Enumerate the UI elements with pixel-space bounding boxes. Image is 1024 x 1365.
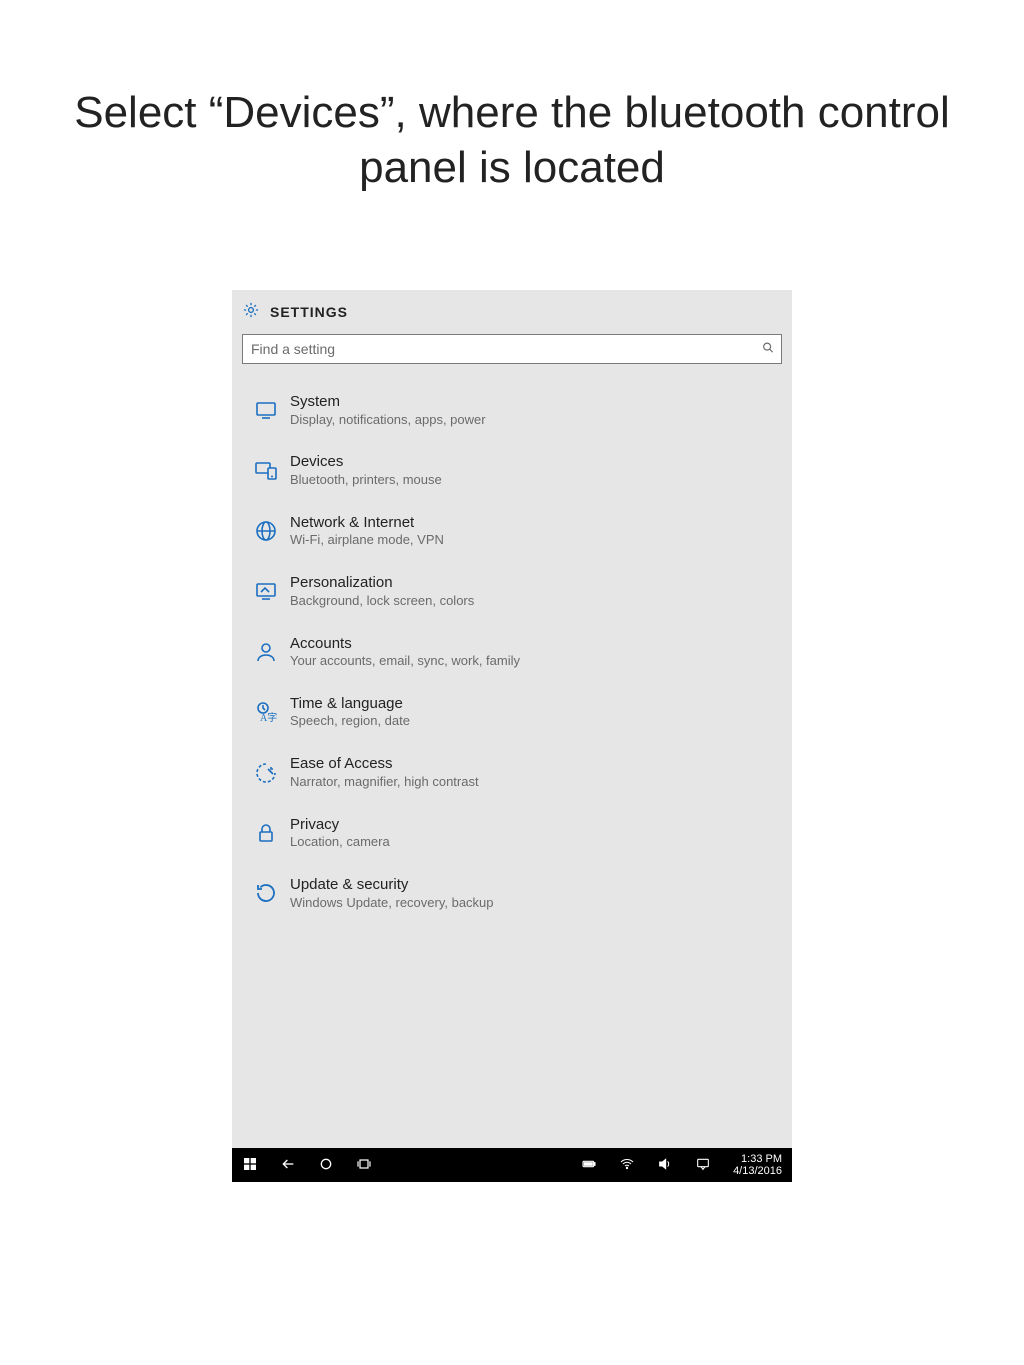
settings-window: SETTINGS — [232, 290, 792, 1182]
taskbar-clock[interactable]: 1:33 PM 4/13/2016 — [733, 1153, 782, 1177]
taskbar-right: 1:33 PM 4/13/2016 — [581, 1153, 782, 1177]
taskbar-date: 4/13/2016 — [733, 1165, 782, 1177]
search-box[interactable] — [242, 334, 782, 364]
battery-icon[interactable] — [581, 1156, 597, 1175]
cortana-icon[interactable] — [318, 1156, 334, 1175]
personalization-icon — [246, 579, 286, 603]
settings-header: SETTINGS — [232, 290, 792, 334]
display-icon — [246, 398, 286, 422]
gear-icon — [242, 301, 260, 324]
start-icon[interactable] — [242, 1156, 258, 1175]
settings-item-text: Accounts Your accounts, email, sync, wor… — [286, 634, 520, 670]
settings-item-update-security[interactable]: Update & security Windows Update, recove… — [242, 863, 782, 923]
settings-item-desc: Your accounts, email, sync, work, family — [290, 653, 520, 670]
settings-item-name: Devices — [290, 452, 442, 472]
search-input[interactable] — [243, 335, 749, 363]
document-page: Select “Devices”, where the bluetooth co… — [0, 0, 1024, 1365]
settings-item-privacy[interactable]: Privacy Location, camera — [242, 803, 782, 863]
settings-item-ease-of-access[interactable]: Ease of Access Narrator, magnifier, high… — [242, 742, 782, 802]
settings-item-desc: Speech, region, date — [290, 713, 410, 730]
settings-item-name: Personalization — [290, 573, 474, 593]
settings-item-network[interactable]: Network & Internet Wi-Fi, airplane mode,… — [242, 501, 782, 561]
settings-item-personalization[interactable]: Personalization Background, lock screen,… — [242, 561, 782, 621]
action-center-icon[interactable] — [695, 1156, 711, 1175]
settings-item-text: System Display, notifications, apps, pow… — [286, 392, 486, 428]
settings-item-name: Ease of Access — [290, 754, 479, 774]
settings-item-text: Devices Bluetooth, printers, mouse — [286, 452, 442, 488]
settings-item-text: Time & language Speech, region, date — [286, 694, 410, 730]
wifi-icon[interactable] — [619, 1156, 635, 1175]
settings-item-name: Update & security — [290, 875, 494, 895]
settings-item-time-language[interactable]: A字 Time & language Speech, region, date — [242, 682, 782, 742]
settings-item-accounts[interactable]: Accounts Your accounts, email, sync, wor… — [242, 622, 782, 682]
search-icon — [761, 341, 775, 358]
settings-list: System Display, notifications, apps, pow… — [232, 370, 792, 924]
settings-item-desc: Display, notifications, apps, power — [290, 412, 486, 429]
settings-item-name: Time & language — [290, 694, 410, 714]
settings-item-text: Update & security Windows Update, recove… — [286, 875, 494, 911]
update-icon — [246, 881, 286, 905]
settings-item-text: Ease of Access Narrator, magnifier, high… — [286, 754, 479, 790]
search-row — [232, 334, 792, 370]
settings-item-text: Privacy Location, camera — [286, 815, 390, 851]
time-language-icon: A字 — [246, 700, 286, 724]
settings-item-desc: Background, lock screen, colors — [290, 593, 474, 610]
settings-item-text: Network & Internet Wi-Fi, airplane mode,… — [286, 513, 444, 549]
settings-item-devices[interactable]: Devices Bluetooth, printers, mouse — [242, 440, 782, 500]
settings-title: SETTINGS — [270, 304, 348, 320]
settings-item-desc: Location, camera — [290, 834, 390, 851]
slide-title: Select “Devices”, where the bluetooth co… — [60, 85, 964, 195]
settings-item-desc: Windows Update, recovery, backup — [290, 895, 494, 912]
settings-item-name: Network & Internet — [290, 513, 444, 533]
globe-icon — [246, 519, 286, 543]
lock-icon — [246, 821, 286, 845]
accounts-icon — [246, 640, 286, 664]
settings-item-name: Accounts — [290, 634, 520, 654]
settings-item-desc: Narrator, magnifier, high contrast — [290, 774, 479, 791]
settings-item-text: Personalization Background, lock screen,… — [286, 573, 474, 609]
volume-icon[interactable] — [657, 1156, 673, 1175]
task-view-icon[interactable] — [356, 1156, 372, 1175]
svg-text:A字: A字 — [260, 711, 277, 724]
settings-item-desc: Wi-Fi, airplane mode, VPN — [290, 532, 444, 549]
taskbar: 1:33 PM 4/13/2016 — [232, 1148, 792, 1182]
back-icon[interactable] — [280, 1156, 296, 1175]
devices-icon — [246, 459, 286, 483]
settings-item-system[interactable]: System Display, notifications, apps, pow… — [242, 380, 782, 440]
ease-of-access-icon — [246, 761, 286, 785]
settings-item-name: System — [290, 392, 486, 412]
taskbar-left — [242, 1156, 372, 1175]
settings-item-name: Privacy — [290, 815, 390, 835]
taskbar-time: 1:33 PM — [733, 1153, 782, 1165]
settings-item-desc: Bluetooth, printers, mouse — [290, 472, 442, 489]
